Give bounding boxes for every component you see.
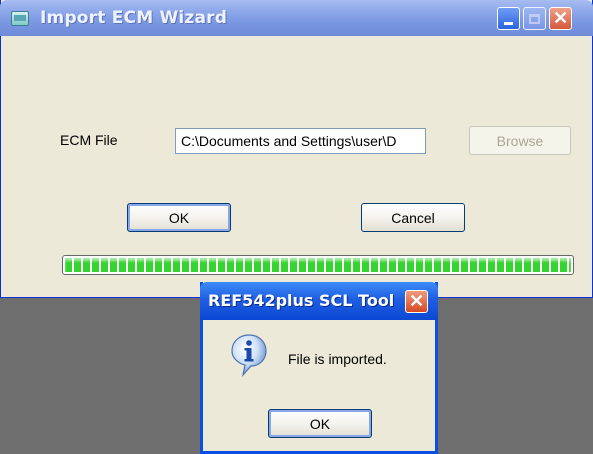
close-icon: ✕ bbox=[552, 8, 569, 28]
progress-fill bbox=[65, 258, 571, 272]
message-box-title: REF542plus SCL Tool bbox=[208, 291, 395, 310]
ecm-file-input[interactable] bbox=[175, 128, 426, 154]
ok-button[interactable]: OK bbox=[127, 203, 231, 232]
info-icon bbox=[231, 334, 267, 377]
close-icon: ✕ bbox=[408, 291, 425, 311]
import-progress-bar bbox=[62, 255, 574, 275]
wizard-title: Import ECM Wizard bbox=[40, 8, 228, 28]
close-button[interactable]: ✕ bbox=[549, 7, 572, 30]
message-box-close-button[interactable]: ✕ bbox=[405, 290, 428, 313]
maximize-button[interactable] bbox=[523, 7, 546, 30]
cancel-button[interactable]: Cancel bbox=[361, 203, 465, 232]
message-ok-button[interactable]: OK bbox=[268, 409, 372, 438]
minimize-button[interactable] bbox=[497, 7, 520, 30]
wizard-app-icon bbox=[11, 11, 29, 26]
ecm-file-label: ECM File bbox=[60, 132, 118, 148]
message-text: File is imported. bbox=[288, 351, 387, 367]
browse-button[interactable]: Browse bbox=[469, 126, 571, 155]
maximize-icon bbox=[529, 13, 540, 24]
minimize-icon bbox=[504, 22, 513, 25]
